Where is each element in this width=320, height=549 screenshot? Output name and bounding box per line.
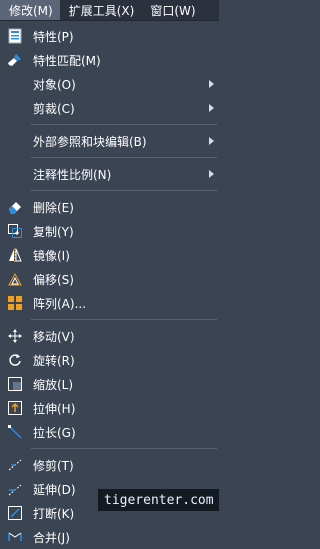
menu-item-eraser[interactable]: 删除(E): [0, 195, 219, 219]
menu-item-properties[interactable]: 特性(P): [0, 24, 219, 48]
trim-icon: [7, 457, 23, 473]
match-properties-brush-icon: [7, 52, 23, 68]
menu-window[interactable]: 窗口(W): [141, 0, 202, 20]
watermark: tigerenter.com: [98, 489, 219, 511]
menu-item-label: 阵列(A)...: [33, 296, 87, 311]
stretch-icon: [7, 400, 23, 416]
menu-item-label: 拉伸(H): [33, 401, 76, 416]
submenu-arrow-icon: [209, 170, 214, 178]
menu-item-label: 偏移(S): [33, 272, 74, 287]
modify-dropdown-menu: 特性(P) 特性匹配(M) 对象(O) 剪裁(C) 外部参照和块编辑(B) 注释性比例(N…: [0, 21, 219, 549]
menu-item-label: 延伸(D): [33, 482, 76, 497]
menu-item-array[interactable]: 阵列(A)...: [0, 291, 219, 315]
move-icon: [7, 328, 23, 344]
menu-item-submenu-0-3[interactable]: 剪裁(C): [0, 96, 219, 120]
menu-item-label: 旋转(R): [33, 353, 75, 368]
array-icon: [7, 295, 23, 311]
menu-item-label: 合并(J): [33, 530, 70, 545]
menu-separator: [31, 190, 217, 191]
submenu-arrow-icon: [209, 80, 214, 88]
menu-item-label: 对象(O): [33, 77, 76, 92]
copy-icon: [7, 223, 23, 239]
lengthen-icon: [7, 424, 23, 440]
break-icon: [7, 505, 23, 521]
menu-item-label: 打断(K): [33, 506, 75, 521]
menu-separator: [31, 157, 217, 158]
menu-item-scale[interactable]: 缩放(L): [0, 372, 219, 396]
menu-item-copy[interactable]: 复制(Y): [0, 219, 219, 243]
menu-item-label: 修剪(T): [33, 458, 74, 473]
menu-item-label: 移动(V): [33, 329, 75, 344]
menu-separator: [31, 448, 217, 449]
menu-item-submenu-1-0[interactable]: 外部参照和块编辑(B): [0, 129, 219, 153]
menu-item-submenu-2-0[interactable]: 注释性比例(N): [0, 162, 219, 186]
menu-item-label: 特性(P): [33, 29, 74, 44]
submenu-arrow-icon: [209, 104, 214, 112]
menu-item-label: 注释性比例(N): [33, 167, 112, 182]
menu-separator: [31, 124, 217, 125]
menu-modify[interactable]: 修改(M): [0, 0, 60, 20]
menu-item-join[interactable]: 合并(J): [0, 525, 219, 549]
menu-item-label: 缩放(L): [33, 377, 74, 392]
menu-item-mirror[interactable]: 镜像(I): [0, 243, 219, 267]
menu-separator: [31, 319, 217, 320]
properties-icon: [7, 28, 23, 44]
menu-item-label: 剪裁(C): [33, 101, 75, 116]
menu-item-trim[interactable]: 修剪(T): [0, 453, 219, 477]
menu-item-submenu-0-2[interactable]: 对象(O): [0, 72, 219, 96]
submenu-arrow-icon: [209, 137, 214, 145]
menu-item-lengthen[interactable]: 拉长(G): [0, 420, 219, 444]
menu-item-offset[interactable]: 偏移(S): [0, 267, 219, 291]
menu-item-rotate[interactable]: 旋转(R): [0, 348, 219, 372]
menu-item-label: 删除(E): [33, 200, 74, 215]
menu-item-label: 特性匹配(M): [33, 53, 101, 68]
menu-item-label: 复制(Y): [33, 224, 74, 239]
menu-item-move[interactable]: 移动(V): [0, 324, 219, 348]
menu-extension-tools[interactable]: 扩展工具(X): [60, 0, 142, 20]
menu-bar: 修改(M) 扩展工具(X) 窗口(W): [0, 0, 219, 21]
join-icon: [7, 529, 23, 545]
scale-icon: [7, 376, 23, 392]
eraser-icon: [7, 199, 23, 215]
menu-item-label: 外部参照和块编辑(B): [33, 134, 147, 149]
menu-item-stretch[interactable]: 拉伸(H): [0, 396, 219, 420]
rotate-icon: [7, 352, 23, 368]
offset-icon: [7, 271, 23, 287]
menu-item-label: 镜像(I): [33, 248, 70, 263]
menu-item-match-properties-brush[interactable]: 特性匹配(M): [0, 48, 219, 72]
extend-icon: [7, 481, 23, 497]
mirror-icon: [7, 247, 23, 263]
menu-item-label: 拉长(G): [33, 425, 76, 440]
